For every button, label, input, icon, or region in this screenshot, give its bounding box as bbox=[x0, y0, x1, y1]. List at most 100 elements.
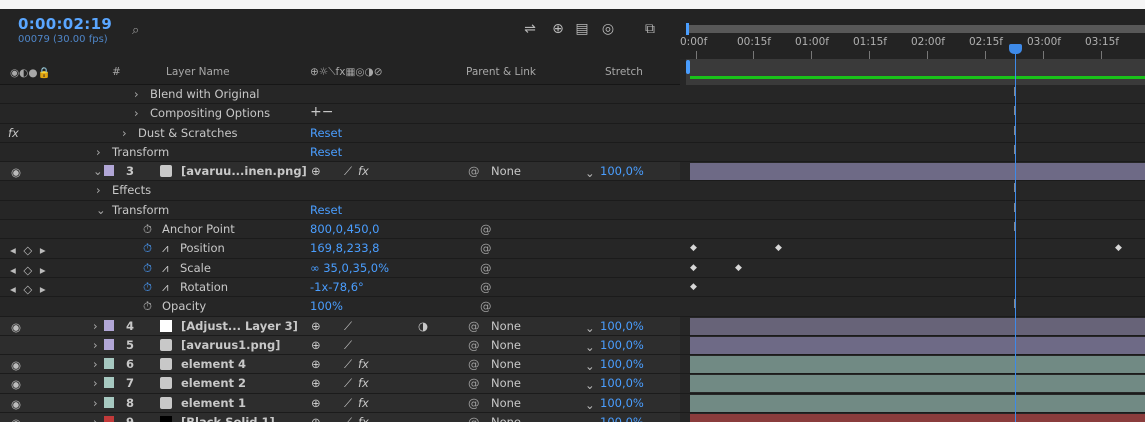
property-value[interactable]: Reset bbox=[310, 145, 342, 159]
twirl-chevron-icon[interactable]: › bbox=[134, 106, 139, 120]
pick-whip-icon[interactable]: @ bbox=[468, 319, 480, 333]
effects-switch-icon[interactable]: fx bbox=[358, 376, 369, 390]
layer-name-header[interactable]: Layer Name bbox=[166, 66, 230, 78]
shy-switch-icon[interactable]: ⊕ bbox=[311, 164, 321, 178]
stopwatch-icon[interactable]: ⏱ bbox=[143, 241, 152, 256]
layer-name[interactable]: [Adjust... Layer 3] bbox=[181, 319, 298, 333]
parent-dropdown[interactable]: None bbox=[491, 396, 521, 410]
time-navigator-bar[interactable] bbox=[686, 25, 1145, 33]
current-time-display[interactable]: 0:00:02:19 bbox=[18, 15, 112, 33]
layer-name[interactable]: [avaruu...inen.png] bbox=[181, 164, 307, 178]
timeline-row[interactable] bbox=[680, 162, 1145, 182]
layer-duration-bar[interactable] bbox=[690, 163, 1145, 181]
stretch-value[interactable]: 100,0% bbox=[600, 415, 644, 422]
property-row[interactable]: ◂ ◇ ▸ ⏱ ⩘ Rotation -1x-78,6° @ bbox=[0, 277, 680, 298]
label-number-header[interactable]: # bbox=[112, 66, 121, 78]
layer-duration-bar[interactable] bbox=[690, 336, 1145, 354]
property-value[interactable]: 169,8,233,8 bbox=[310, 241, 380, 255]
quality-switch-icon[interactable]: ⟋ bbox=[344, 164, 352, 179]
property-row[interactable]: ⌄ Transform Reset bbox=[0, 200, 680, 221]
layer-duration-bar[interactable] bbox=[690, 394, 1145, 412]
pick-whip-icon[interactable]: @ bbox=[468, 338, 480, 352]
twirl-chevron-icon[interactable]: › bbox=[93, 396, 98, 410]
expression-pick-whip-icon[interactable]: @ bbox=[480, 241, 492, 255]
effects-switch-icon[interactable]: fx bbox=[358, 396, 369, 410]
parent-dropdown[interactable]: None bbox=[491, 376, 521, 390]
effects-switch-icon[interactable]: fx bbox=[358, 415, 369, 422]
property-value[interactable]: +− bbox=[310, 104, 333, 120]
timeline-row[interactable]: I bbox=[680, 104, 1145, 124]
in-point-marker[interactable] bbox=[686, 60, 690, 74]
twirl-chevron-icon[interactable]: › bbox=[96, 145, 101, 159]
timeline-row[interactable]: I bbox=[680, 297, 1145, 317]
timeline-row[interactable] bbox=[680, 413, 1145, 422]
layer-name[interactable]: element 1 bbox=[181, 396, 246, 410]
motion-blur-icon[interactable]: ◎ bbox=[598, 21, 618, 37]
label-color-swatch[interactable] bbox=[104, 338, 114, 350]
layer-duration-bar[interactable] bbox=[690, 356, 1145, 374]
stopwatch-icon[interactable]: ⏱ bbox=[143, 261, 152, 276]
expression-pick-whip-icon[interactable]: @ bbox=[480, 222, 492, 236]
shy-switch-icon[interactable]: ⊕ bbox=[311, 357, 321, 371]
visibility-eye-icon[interactable]: ◉ bbox=[11, 358, 21, 372]
label-color-swatch[interactable] bbox=[104, 396, 114, 408]
property-row[interactable]: › Blend with Original bbox=[0, 85, 680, 105]
property-row[interactable]: ◂ ◇ ▸ ⏱ ⩘ Position 169,8,233,8 @ bbox=[0, 239, 680, 259]
layer-row[interactable]: ◉ ⌄ 3 [avaruu...inen.png] ⊕ ⟋ fx @ None ⌄ 100,0% bbox=[0, 162, 680, 182]
property-value[interactable]: Reset bbox=[310, 203, 342, 217]
property-value[interactable]: 100% bbox=[310, 299, 343, 313]
time-ruler[interactable]: 0:00f 00:15f 01:00f 01:15f 02:00f 02:15f 03:00… bbox=[680, 9, 1145, 59]
parent-dropdown[interactable]: None bbox=[491, 319, 521, 333]
quality-switch-icon[interactable]: ⟋ bbox=[344, 357, 352, 372]
label-color-swatch[interactable] bbox=[104, 416, 114, 422]
stretch-value[interactable]: 100,0% bbox=[600, 164, 644, 178]
timeline-row[interactable] bbox=[680, 335, 1145, 356]
label-color-swatch[interactable] bbox=[104, 165, 114, 177]
hide-shy-layers-icon[interactable]: ▤ bbox=[572, 21, 592, 37]
timeline-row[interactable]: ◆ ◆ bbox=[680, 258, 1145, 278]
keyframe-marker[interactable]: ◆ bbox=[1115, 243, 1122, 253]
twirl-chevron-icon[interactable]: › bbox=[134, 87, 139, 101]
visibility-eye-icon[interactable]: ◉ bbox=[11, 397, 21, 411]
property-row[interactable]: fx › Dust & Scratches Reset bbox=[0, 123, 680, 143]
keyframe-marker[interactable]: ◆ bbox=[690, 282, 697, 292]
property-row[interactable]: › Effects bbox=[0, 181, 680, 201]
keyframe-marker[interactable]: ◆ bbox=[690, 263, 697, 273]
property-value[interactable]: 800,0,450,0 bbox=[310, 222, 380, 236]
property-value[interactable]: Reset bbox=[310, 126, 342, 140]
parent-dropdown[interactable]: None bbox=[491, 357, 521, 371]
expression-pick-whip-icon[interactable]: @ bbox=[480, 299, 492, 313]
dropdown-chevron-icon[interactable]: ⌄ bbox=[585, 340, 595, 354]
layer-row[interactable]: ◉ › 8 element 1 ⊕ ⟋ fx @ None ⌄ 100,0% bbox=[0, 393, 680, 414]
timeline-row[interactable]: ◆ bbox=[680, 277, 1145, 298]
quality-switch-icon[interactable]: ⟋ bbox=[344, 338, 352, 353]
draft-3d-icon[interactable]: ⊕ bbox=[548, 21, 568, 37]
timeline-row[interactable]: I bbox=[680, 123, 1145, 143]
twirl-chevron-icon[interactable]: › bbox=[93, 338, 98, 352]
visibility-eye-icon[interactable]: ◉ bbox=[11, 416, 21, 422]
keyframe-navigator[interactable]: ◂ ◇ ▸ bbox=[10, 263, 48, 277]
property-row[interactable]: › Compositing Options +− bbox=[0, 104, 680, 124]
work-area-bar[interactable] bbox=[686, 59, 1145, 85]
keyframe-navigator[interactable]: ◂ ◇ ▸ bbox=[10, 282, 48, 296]
quality-switch-icon[interactable]: ⟋ bbox=[344, 319, 352, 334]
stretch-value[interactable]: 100,0% bbox=[600, 396, 644, 410]
visibility-eye-icon[interactable]: ◉ bbox=[11, 165, 21, 179]
pick-whip-icon[interactable]: @ bbox=[468, 164, 480, 178]
pick-whip-icon[interactable]: @ bbox=[468, 357, 480, 371]
effects-switch-icon[interactable]: fx bbox=[358, 357, 369, 371]
timeline-row[interactable] bbox=[680, 374, 1145, 394]
switches-header[interactable]: ⊕☼⟍fx▦◎◑⊘ bbox=[310, 66, 383, 79]
stretch-value[interactable]: 100,0% bbox=[600, 319, 644, 333]
visibility-eye-icon[interactable]: ◉ bbox=[11, 320, 21, 334]
layer-row[interactable]: ◉ › 7 element 2 ⊕ ⟋ fx @ None ⌄ 100,0% bbox=[0, 374, 680, 394]
dropdown-chevron-icon[interactable]: ⌄ bbox=[585, 166, 595, 180]
twirl-chevron-icon[interactable]: › bbox=[93, 357, 98, 371]
parent-link-header[interactable]: Parent & Link bbox=[466, 66, 536, 78]
stopwatch-icon[interactable]: ⏱ bbox=[143, 299, 152, 314]
property-row[interactable]: ⏱ Opacity 100% @ bbox=[0, 297, 680, 317]
expression-pick-whip-icon[interactable]: @ bbox=[480, 261, 492, 275]
layer-duration-bar[interactable] bbox=[690, 317, 1145, 335]
dropdown-chevron-icon[interactable]: ⌄ bbox=[585, 359, 595, 373]
dropdown-chevron-icon[interactable]: ⌄ bbox=[585, 398, 595, 412]
